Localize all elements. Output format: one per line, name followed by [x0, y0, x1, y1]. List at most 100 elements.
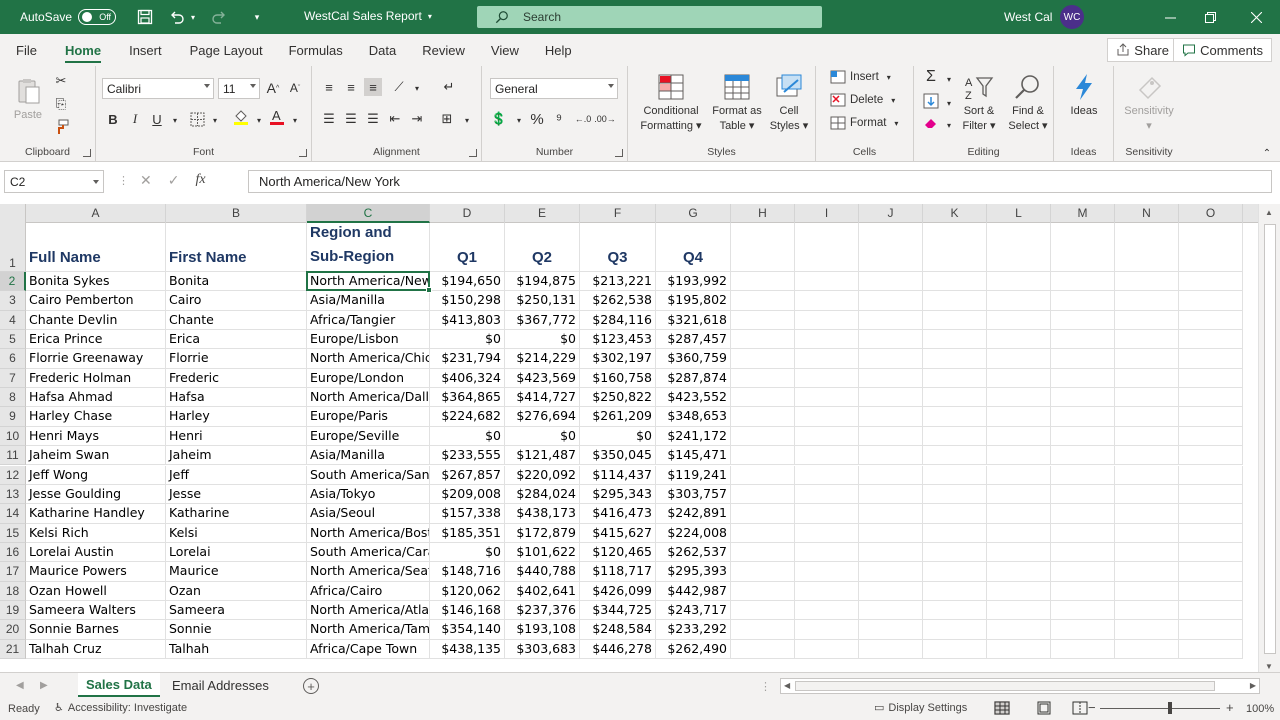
- table-cell[interactable]: [795, 388, 859, 408]
- table-cell[interactable]: [1179, 639, 1243, 659]
- table-cell[interactable]: [795, 600, 859, 621]
- table-cell[interactable]: [795, 542, 859, 563]
- table-cell[interactable]: [987, 620, 1051, 640]
- table-cell[interactable]: [1179, 542, 1243, 563]
- table-cell[interactable]: Maurice: [166, 562, 307, 582]
- table-cell[interactable]: [1115, 523, 1179, 543]
- table-cell[interactable]: [923, 562, 987, 582]
- table-cell[interactable]: [859, 368, 923, 389]
- table-cell[interactable]: $224,682: [430, 407, 505, 427]
- table-cell[interactable]: North America/Chic: [307, 349, 430, 369]
- scroll-down-icon[interactable]: ▼: [1265, 662, 1273, 671]
- table-cell[interactable]: Africa/Cairo: [307, 581, 430, 601]
- row-header-12[interactable]: 12: [0, 465, 26, 485]
- table-cell[interactable]: $0: [505, 426, 580, 447]
- table-cell[interactable]: [731, 272, 795, 292]
- table-cell[interactable]: [795, 349, 859, 369]
- column-header-b[interactable]: B: [166, 204, 307, 223]
- table-cell[interactable]: [1115, 620, 1179, 640]
- table-cell[interactable]: $224,008: [656, 523, 731, 543]
- table-cell[interactable]: [987, 523, 1051, 543]
- table-cell[interactable]: [1115, 426, 1179, 447]
- table-cell[interactable]: $262,538: [580, 291, 656, 311]
- table-cell[interactable]: [1115, 639, 1179, 659]
- decrease-decimal-icon[interactable]: .00→: [594, 110, 616, 128]
- table-cell[interactable]: [795, 523, 859, 543]
- table-cell[interactable]: [987, 291, 1051, 311]
- table-cell[interactable]: [731, 620, 795, 640]
- table-cell[interactable]: [795, 620, 859, 640]
- table-cell[interactable]: $402,641: [505, 581, 580, 601]
- table-cell[interactable]: $284,024: [505, 484, 580, 505]
- table-cell[interactable]: $119,241: [656, 465, 731, 485]
- table-cell[interactable]: [731, 523, 795, 543]
- table-cell[interactable]: [731, 368, 795, 389]
- table-cell[interactable]: [1179, 349, 1243, 369]
- table-cell[interactable]: $120,062: [430, 581, 505, 601]
- table-cell[interactable]: Erica: [166, 330, 307, 350]
- table-cell[interactable]: [1179, 600, 1243, 621]
- table-cell[interactable]: Jesse Goulding: [26, 484, 166, 505]
- table-cell[interactable]: $214,229: [505, 349, 580, 369]
- table-cell[interactable]: Chante Devlin: [26, 310, 166, 331]
- accounting-format-icon[interactable]: 💲: [490, 110, 508, 128]
- avatar[interactable]: WC: [1060, 5, 1084, 29]
- italic-button[interactable]: I: [126, 110, 144, 128]
- number-format-select[interactable]: General: [490, 78, 618, 99]
- table-cell[interactable]: [1115, 349, 1179, 369]
- tab-view[interactable]: View: [491, 34, 519, 66]
- table-cell[interactable]: [1051, 272, 1115, 292]
- table-cell[interactable]: [1115, 291, 1179, 311]
- table-cell[interactable]: [731, 388, 795, 408]
- table-cell[interactable]: Kelsi: [166, 523, 307, 543]
- table-cell[interactable]: [1115, 310, 1179, 331]
- scroll-left-icon[interactable]: ◀: [784, 681, 790, 690]
- table-cell[interactable]: [923, 330, 987, 350]
- align-right-icon[interactable]: ☰: [364, 110, 382, 128]
- table-cell[interactable]: [923, 426, 987, 447]
- document-title[interactable]: WestCal Sales Report ▾: [304, 9, 432, 23]
- table-cell[interactable]: [1179, 330, 1243, 350]
- chevron-down-icon[interactable]: ▾: [286, 111, 304, 129]
- row-header-18[interactable]: 18: [0, 581, 26, 601]
- table-cell[interactable]: $194,650: [430, 272, 505, 292]
- table-cell[interactable]: [923, 388, 987, 408]
- table-cell[interactable]: Bonita Sykes: [26, 272, 166, 292]
- header-cell[interactable]: Region and Sub-Region: [307, 223, 430, 272]
- table-cell[interactable]: Erica Prince: [26, 330, 166, 350]
- table-cell[interactable]: $261,209: [580, 407, 656, 427]
- row-header-6[interactable]: 6: [0, 349, 26, 369]
- header-cell[interactable]: First Name: [166, 223, 307, 272]
- cut-icon[interactable]: ✂: [52, 72, 70, 90]
- table-cell[interactable]: [859, 504, 923, 524]
- table-cell[interactable]: $321,618: [656, 310, 731, 331]
- table-cell[interactable]: $101,622: [505, 542, 580, 563]
- table-cell[interactable]: [795, 330, 859, 350]
- table-cell[interactable]: [923, 620, 987, 640]
- table-cell[interactable]: $262,490: [656, 639, 731, 659]
- table-cell[interactable]: $242,891: [656, 504, 731, 524]
- table-cell[interactable]: $195,802: [656, 291, 731, 311]
- underline-button[interactable]: U: [148, 110, 166, 128]
- table-cell[interactable]: $303,683: [505, 639, 580, 659]
- table-cell[interactable]: [1115, 504, 1179, 524]
- table-cell[interactable]: [1179, 446, 1243, 466]
- table-cell[interactable]: [923, 523, 987, 543]
- table-cell[interactable]: $295,393: [656, 562, 731, 582]
- table-cell[interactable]: $209,008: [430, 484, 505, 505]
- table-cell[interactable]: [987, 388, 1051, 408]
- table-cell[interactable]: [987, 446, 1051, 466]
- accessibility-status[interactable]: ♿ Accessibility: Investigate: [54, 701, 187, 715]
- table-cell[interactable]: Sonnie: [166, 620, 307, 640]
- table-cell[interactable]: $416,473: [580, 504, 656, 524]
- row-header-19[interactable]: 19: [0, 600, 26, 621]
- column-header-h[interactable]: H: [731, 204, 795, 223]
- orientation-icon[interactable]: ⟋: [390, 78, 408, 96]
- add-sheet-button[interactable]: +: [303, 678, 319, 694]
- table-cell[interactable]: $148,716: [430, 562, 505, 582]
- collapse-ribbon-icon[interactable]: ⌃: [1258, 144, 1276, 162]
- row-header-10[interactable]: 10: [0, 426, 26, 447]
- table-cell[interactable]: [1051, 426, 1115, 447]
- find-select-button[interactable]: Find & Select ▾: [1004, 70, 1052, 136]
- tab-page-layout[interactable]: Page Layout: [190, 34, 263, 66]
